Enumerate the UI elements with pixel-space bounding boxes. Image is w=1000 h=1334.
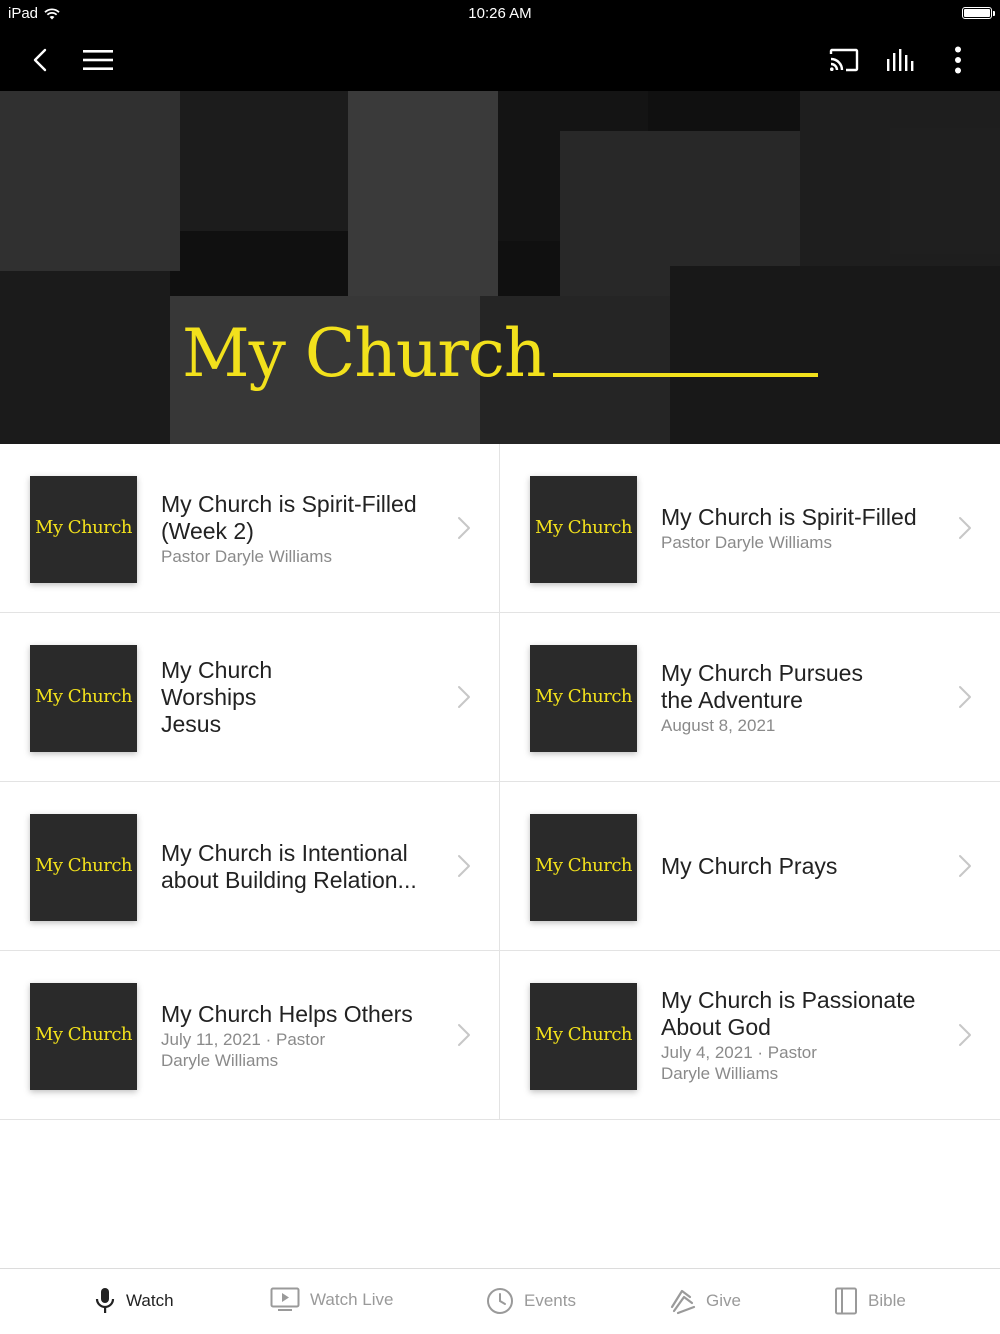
tab-bible[interactable]: Bible: [834, 1287, 906, 1315]
more-vertical-icon: [955, 46, 961, 74]
chevron-right-icon: [959, 1024, 971, 1046]
tab-label: Bible: [868, 1291, 906, 1310]
sermon-thumbnail: My Church: [30, 645, 137, 752]
tab-label: Watch Live: [310, 1290, 394, 1309]
sermon-title: My Church Pursues the Adventure: [661, 659, 863, 713]
chevron-right-icon: [959, 686, 971, 708]
thumbnail-title: My Church: [534, 1024, 633, 1045]
sermon-item[interactable]: My Church My Church is Passionate About …: [500, 951, 1000, 1120]
sermon-title: My Church is Intentional about Building …: [161, 839, 417, 893]
nav-bar: [0, 28, 1000, 91]
sermon-item[interactable]: My Church My Church Prays: [500, 782, 1000, 951]
sermon-title: My Church Prays: [661, 853, 838, 879]
sermon-title: My Church is Passionate About God: [661, 987, 916, 1040]
tab-events[interactable]: Events: [486, 1287, 576, 1315]
sermon-item[interactable]: My Church My Church is Spirit-Filled Pas…: [500, 444, 1000, 613]
chevron-right-icon: [458, 686, 470, 708]
tab-watch-live[interactable]: Watch Live: [270, 1287, 393, 1313]
tv-play-icon: [270, 1287, 300, 1311]
sermon-title: My Church Helps Others: [161, 1000, 413, 1027]
sermon-title: My Church is Spirit-Filled (Week 2): [161, 490, 417, 544]
more-options-button[interactable]: [938, 40, 978, 80]
sermon-subtitle: July 11, 2021 · Pastor Daryle Williams: [161, 1029, 326, 1070]
cast-button[interactable]: [824, 40, 864, 80]
back-button[interactable]: [20, 40, 60, 80]
sermon-subtitle: August 8, 2021: [661, 715, 776, 735]
thumbnail-title: My Church: [34, 517, 133, 538]
status-bar: iPad 10:26 AM: [0, 0, 1000, 28]
sermon-thumbnail: My Church: [30, 983, 137, 1090]
give-icon: [670, 1289, 696, 1315]
thumbnail-title: My Church: [34, 855, 133, 876]
sermon-title: My Church is Spirit-Filled: [661, 504, 917, 530]
thumbnail-title: My Church: [34, 686, 133, 707]
sermon-subtitle: Pastor Daryle Williams: [161, 546, 332, 566]
tab-label: Events: [524, 1291, 576, 1310]
sermon-subtitle: July 4, 2021 · Pastor Daryle Williams: [661, 1043, 817, 1083]
microphone-icon: [95, 1288, 115, 1313]
thumbnail-title: My Church: [534, 517, 633, 538]
sermon-thumbnail: My Church: [530, 814, 637, 921]
chevron-left-icon: [33, 48, 47, 72]
sermon-item[interactable]: My Church My Church Worships Jesus: [0, 613, 500, 782]
tab-watch[interactable]: Watch: [94, 1287, 174, 1315]
sermon-thumbnail: My Church: [30, 476, 137, 583]
cast-icon: [829, 48, 859, 72]
sermon-item[interactable]: My Church My Church is Intentional about…: [0, 782, 500, 951]
sermon-title: My Church Worships Jesus: [161, 657, 273, 737]
sermon-thumbnail: My Church: [530, 476, 637, 583]
chevron-right-icon: [959, 517, 971, 539]
hero-accent-line: [553, 373, 818, 377]
hero-banner: My Church: [0, 91, 1000, 444]
hamburger-menu-icon: [83, 50, 113, 70]
menu-button[interactable]: [78, 40, 118, 80]
battery-icon: [962, 7, 995, 19]
thumbnail-title: My Church: [34, 1024, 133, 1045]
sermon-thumbnail: My Church: [530, 983, 637, 1090]
sermon-subtitle: Pastor Daryle Williams: [661, 533, 832, 552]
chevron-right-icon: [458, 855, 470, 877]
tab-label: Watch: [126, 1291, 174, 1310]
tab-label: Give: [706, 1291, 741, 1310]
chevron-right-icon: [458, 1024, 470, 1046]
sermon-item[interactable]: My Church My Church Helps Others July 11…: [0, 951, 500, 1120]
book-icon: [835, 1287, 857, 1315]
clock-icon: [487, 1288, 513, 1314]
sermon-thumbnail: My Church: [530, 645, 637, 752]
tab-give[interactable]: Give: [668, 1287, 741, 1315]
audio-bars-icon: [887, 49, 914, 71]
chevron-right-icon: [458, 517, 470, 539]
status-time: 10:26 AM: [468, 5, 532, 22]
chevron-right-icon: [959, 855, 971, 877]
hero-title: My Church: [182, 315, 546, 392]
sermon-item[interactable]: My Church My Church Pursues the Adventur…: [500, 613, 1000, 782]
audio-levels-button[interactable]: [881, 40, 921, 80]
thumbnail-title: My Church: [534, 686, 633, 707]
thumbnail-title: My Church: [534, 855, 633, 876]
tab-bar: Watch Watch Live Events Give Bible: [0, 1268, 1000, 1334]
sermon-item[interactable]: My Church My Church is Spirit-Filled (We…: [0, 444, 500, 613]
sermon-thumbnail: My Church: [30, 814, 137, 921]
